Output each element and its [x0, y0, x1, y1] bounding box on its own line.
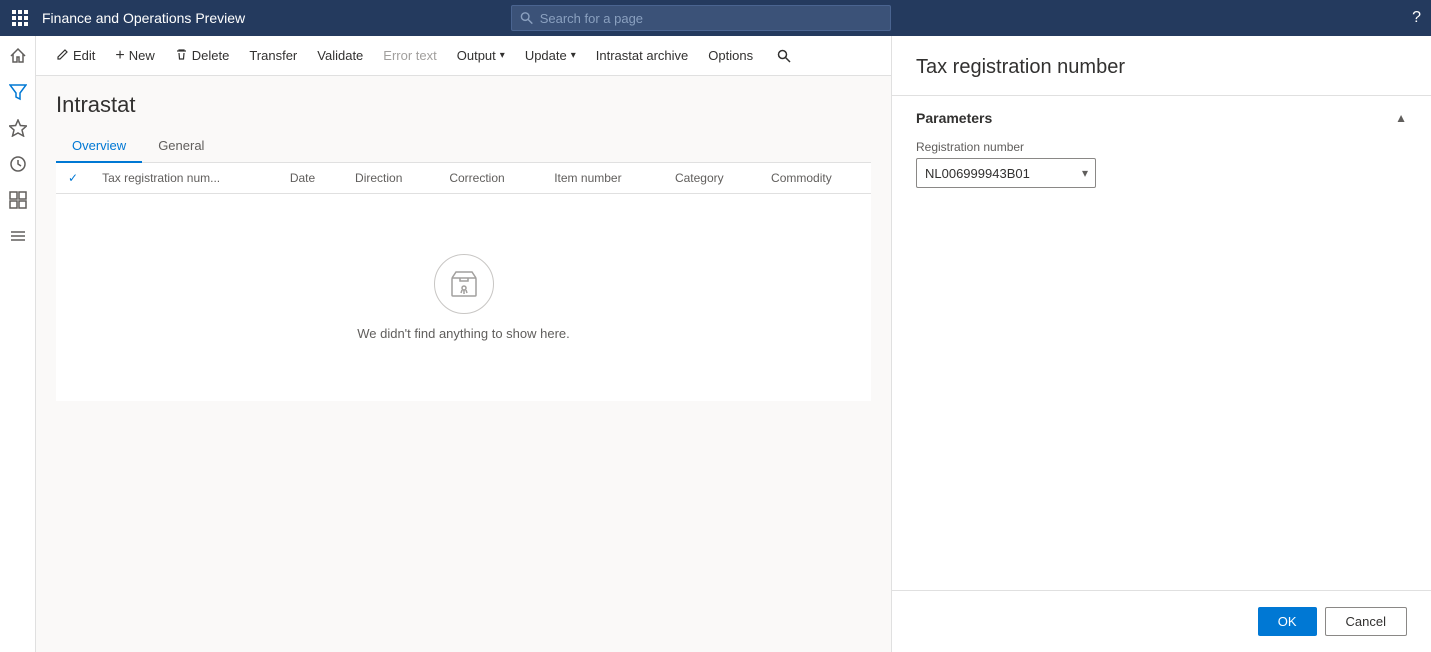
top-bar-right: ?	[1412, 9, 1421, 27]
validate-button[interactable]: Validate	[309, 44, 371, 67]
column-date: Date	[278, 163, 343, 194]
column-check: ✓	[56, 163, 90, 194]
column-category: Category	[663, 163, 759, 194]
main-layout: Edit + New Delete Transfer Validate	[0, 36, 1431, 652]
app-title: Finance and Operations Preview	[42, 10, 245, 26]
search-bar[interactable]	[511, 5, 891, 31]
options-button[interactable]: Options	[700, 44, 761, 67]
sidebar-item-favorites[interactable]	[2, 112, 34, 144]
right-panel: Tax registration number Parameters ▲ Reg…	[891, 36, 1431, 652]
transfer-button[interactable]: Transfer	[241, 44, 305, 67]
right-panel-header: Tax registration number	[892, 36, 1431, 95]
toolbar-search-button[interactable]	[769, 45, 799, 67]
section-header[interactable]: Parameters ▲	[892, 96, 1431, 140]
section-title: Parameters	[916, 110, 992, 126]
content-area: Edit + New Delete Transfer Validate	[36, 36, 891, 652]
sidebar-item-modules[interactable]	[2, 220, 34, 252]
ok-button[interactable]: OK	[1258, 607, 1317, 636]
tabs: Overview General	[56, 130, 871, 163]
empty-icon	[434, 254, 494, 314]
registration-number-wrapper: NL006999943B01	[916, 158, 1096, 188]
edit-button[interactable]: Edit	[48, 44, 103, 68]
sidebar-item-home[interactable]	[2, 40, 34, 72]
right-panel-title: Tax registration number	[916, 56, 1407, 79]
toolbar: Edit + New Delete Transfer Validate	[36, 36, 891, 76]
tab-general[interactable]: General	[142, 130, 220, 163]
section-content: Registration number NL006999943B01	[892, 140, 1431, 208]
grid-menu-icon[interactable]	[10, 8, 30, 28]
new-icon: +	[115, 48, 124, 64]
sidebar-item-recent[interactable]	[2, 148, 34, 180]
edit-icon	[56, 48, 69, 64]
column-commodity: Commodity	[759, 163, 871, 194]
update-button[interactable]: Update ▾	[517, 44, 584, 67]
column-tax-reg: Tax registration num...	[90, 163, 278, 194]
column-direction: Direction	[343, 163, 437, 194]
page-title: Intrastat	[56, 92, 871, 118]
new-button[interactable]: + New	[107, 44, 162, 68]
registration-number-label: Registration number	[916, 140, 1407, 154]
column-item-number: Item number	[542, 163, 663, 194]
update-dropdown-arrow: ▾	[571, 50, 576, 61]
sidebar	[0, 36, 36, 652]
registration-number-select[interactable]: NL006999943B01	[916, 158, 1096, 188]
help-icon[interactable]: ?	[1412, 9, 1421, 27]
parameters-section: Parameters ▲ Registration number NL00699…	[892, 95, 1431, 208]
collapse-icon: ▲	[1395, 111, 1407, 125]
output-button[interactable]: Output ▾	[449, 44, 513, 67]
sidebar-item-workspaces[interactable]	[2, 184, 34, 216]
empty-state: We didn't find anything to show here.	[56, 194, 871, 401]
output-dropdown-arrow: ▾	[500, 50, 505, 61]
delete-icon	[175, 48, 188, 64]
top-bar: Finance and Operations Preview ?	[0, 0, 1431, 36]
check-icon: ✓	[68, 171, 78, 185]
page-content: Intrastat Overview General ✓	[36, 76, 891, 652]
tab-overview[interactable]: Overview	[56, 130, 142, 163]
data-table: ✓ Tax registration num... Date Direction	[56, 163, 871, 401]
column-correction: Correction	[437, 163, 542, 194]
cancel-button[interactable]: Cancel	[1325, 607, 1407, 636]
right-panel-footer: OK Cancel	[892, 590, 1431, 652]
delete-button[interactable]: Delete	[167, 44, 238, 68]
search-input[interactable]	[540, 11, 883, 26]
intrastat-archive-button[interactable]: Intrastat archive	[588, 44, 697, 67]
sidebar-item-filter[interactable]	[2, 76, 34, 108]
empty-message: We didn't find anything to show here.	[357, 326, 570, 341]
error-text-button[interactable]: Error text	[375, 44, 444, 67]
